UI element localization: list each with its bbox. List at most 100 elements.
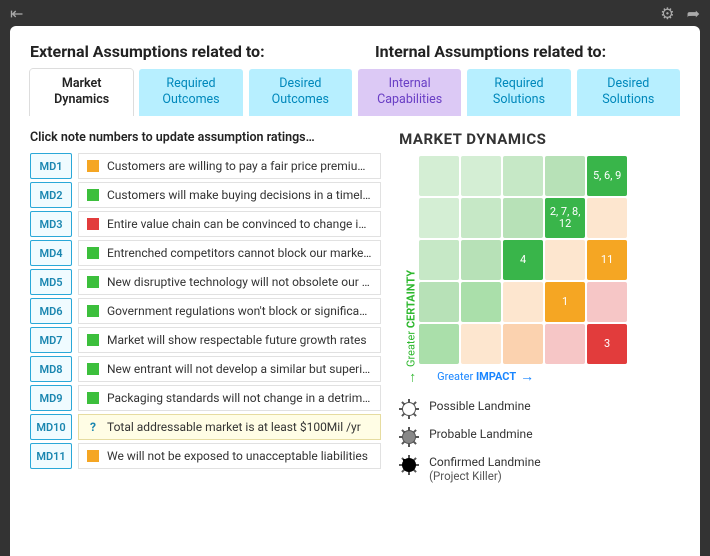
grid-cell[interactable]: 4 [503, 240, 543, 280]
tab-desired-outcomes[interactable]: DesiredOutcomes [249, 69, 352, 116]
grid-cell[interactable]: 5, 6, 9 [587, 156, 627, 196]
grid-cell[interactable] [503, 156, 543, 196]
grid-cell[interactable] [419, 240, 459, 280]
assumption-text: We will not be exposed to unacceptable l… [107, 449, 368, 463]
tab-internal-capabilities[interactable]: InternalCapabilities [358, 69, 461, 116]
assumption-cell[interactable]: We will not be exposed to unacceptable l… [78, 443, 381, 469]
assumption-badge[interactable]: MD8 [30, 356, 72, 382]
assumption-badge[interactable]: MD4 [30, 240, 72, 266]
assumption-cell[interactable]: Market will show respectable future grow… [78, 327, 381, 353]
assumption-badge[interactable]: MD9 [30, 385, 72, 411]
assumption-text: Customers are willing to pay a fair pric… [107, 159, 372, 173]
assumption-text: New entrant will not develop a similar b… [107, 362, 372, 376]
assumption-badge[interactable]: MD7 [30, 327, 72, 353]
rating-green-icon [87, 247, 99, 259]
y-axis-label: → Greater CERTAINTY [399, 156, 419, 385]
legend-label: Confirmed Landmine (Project Killer) [429, 455, 540, 483]
possible-landmine-icon [399, 399, 419, 419]
assumption-text: Packaging standards will not change in a… [107, 391, 372, 405]
grid-cell[interactable] [461, 156, 501, 196]
rating-green-icon [87, 392, 99, 404]
assumption-cell[interactable]: Customers are willing to pay a fair pric… [78, 153, 381, 179]
grid-cell[interactable] [503, 324, 543, 364]
tab-required-outcomes[interactable]: RequiredOutcomes [139, 69, 242, 116]
forward-icon[interactable]: ➦ [687, 4, 700, 23]
grid-cell[interactable] [419, 282, 459, 322]
grid-cell[interactable] [419, 198, 459, 238]
internal-heading: Internal Assumptions related to: [375, 42, 680, 61]
matrix-title: MARKET DYNAMICS [399, 130, 680, 148]
legend-label: Possible Landmine [429, 399, 530, 413]
grid-cell[interactable] [503, 198, 543, 238]
assumption-text: New disruptive technology will not obsol… [107, 275, 372, 289]
table-row: MD11 We will not be exposed to unacceptab… [30, 443, 381, 469]
table-row: MD2 Customers will make buying decisions … [30, 182, 381, 208]
gear-icon[interactable]: ⚙ [660, 4, 674, 23]
assumption-cell[interactable]: ? Total addressable market is at least $1… [78, 414, 381, 440]
external-heading: External Assumptions related to: [30, 42, 335, 61]
grid-cell[interactable]: 3 [587, 324, 627, 364]
x-axis-label: Greater IMPACT → [437, 368, 627, 385]
grid-cell[interactable] [461, 282, 501, 322]
assumption-text: Total addressable market is at least $10… [107, 420, 361, 434]
table-row: MD1 Customers are willing to pay a fair p… [30, 153, 381, 179]
grid-cell[interactable] [545, 240, 585, 280]
assumption-badge[interactable]: MD5 [30, 269, 72, 295]
table-row: MD6 Government regulations won't block or… [30, 298, 381, 324]
legend: Possible Landmine Probable Landmine [399, 399, 680, 483]
assumption-badge[interactable]: MD11 [30, 443, 72, 469]
rating-green-icon [87, 189, 99, 201]
hint-text: Click note numbers to update assumption … [30, 130, 381, 145]
assumption-text: Customers will make buying decisions in … [107, 188, 372, 202]
assumption-text: Government regulations won't block or si… [107, 304, 372, 318]
arrow-right-icon: → [520, 368, 534, 385]
table-row: MD5 New disruptive technology will not ob… [30, 269, 381, 295]
table-row: MD4 Entrenched competitors cannot block o… [30, 240, 381, 266]
grid-cell[interactable]: 1 [545, 282, 585, 322]
rating-q-icon: ? [87, 421, 99, 433]
grid-cell[interactable] [545, 156, 585, 196]
assumption-badge[interactable]: MD1 [30, 153, 72, 179]
grid-cell[interactable]: 11 [587, 240, 627, 280]
assumption-cell[interactable]: New disruptive technology will not obsol… [78, 269, 381, 295]
assumption-badge[interactable]: MD3 [30, 211, 72, 237]
grid-cell[interactable] [419, 156, 459, 196]
assumption-cell[interactable]: New entrant will not develop a similar b… [78, 356, 381, 382]
main-panel: External Assumptions related to: Interna… [10, 26, 700, 556]
grid-cell[interactable] [461, 240, 501, 280]
tab-market-dynamics[interactable]: MarketDynamics [30, 69, 133, 116]
table-row: MD10? Total addressable market is at leas… [30, 414, 381, 440]
confirmed-landmine-icon [399, 455, 419, 475]
grid-cell[interactable] [545, 324, 585, 364]
grid-cell[interactable] [503, 282, 543, 322]
assumption-text: Entrenched competitors cannot block our … [107, 246, 372, 260]
rating-green-icon [87, 305, 99, 317]
assumption-badge[interactable]: MD10 [30, 414, 72, 440]
grid-cell[interactable] [419, 324, 459, 364]
assumption-badge[interactable]: MD2 [30, 182, 72, 208]
assumption-cell[interactable]: Customers will make buying decisions in … [78, 182, 381, 208]
probable-landmine-icon [399, 427, 419, 447]
back-icon[interactable]: ⇤ [10, 4, 23, 23]
assumption-cell[interactable]: Packaging standards will not change in a… [78, 385, 381, 411]
rating-green-icon [87, 363, 99, 375]
table-row: MD7Market will show respectable future g… [30, 327, 381, 353]
legend-label: Probable Landmine [429, 427, 532, 441]
tab-required-solutions[interactable]: RequiredSolutions [467, 69, 570, 116]
assumption-cell[interactable]: Entire value chain can be convinced to c… [78, 211, 381, 237]
tab-desired-solutions[interactable]: DesiredSolutions [577, 69, 680, 116]
grid-cell[interactable]: 2, 7, 8, 12 [545, 198, 585, 238]
grid-cell[interactable] [461, 198, 501, 238]
table-row: MD8 New entrant will not develop a simila… [30, 356, 381, 382]
assumption-cell[interactable]: Government regulations won't block or si… [78, 298, 381, 324]
rating-orange-icon [87, 160, 99, 172]
rating-red-icon [87, 218, 99, 230]
assumption-cell[interactable]: Entrenched competitors cannot block our … [78, 240, 381, 266]
grid-cell[interactable] [587, 282, 627, 322]
rating-green-icon [87, 276, 99, 288]
assumption-badge[interactable]: MD6 [30, 298, 72, 324]
rating-green-icon [87, 334, 99, 346]
grid-cell[interactable] [587, 198, 627, 238]
assumption-text: Entire value chain can be convinced to c… [107, 217, 372, 231]
grid-cell[interactable] [461, 324, 501, 364]
